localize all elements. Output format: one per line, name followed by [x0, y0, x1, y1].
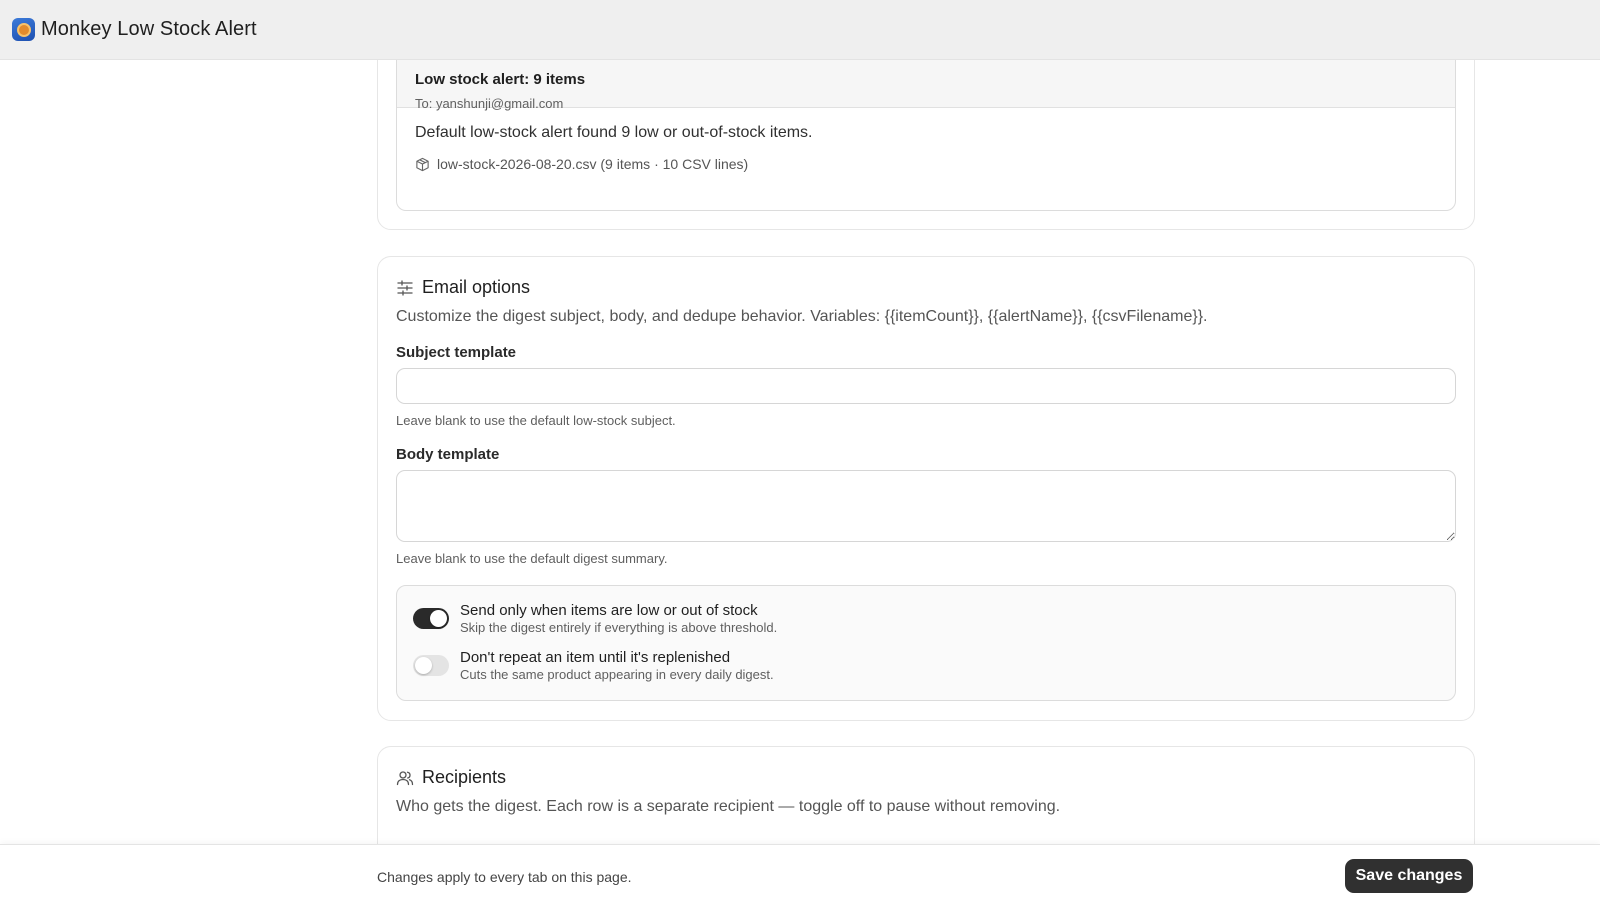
email-options-header: Email options — [396, 277, 1456, 298]
subject-template-help: Leave blank to use the default low-stock… — [396, 413, 676, 428]
body-template-label: Body template — [396, 446, 500, 463]
email-preview: Low stock alert: 9 items To: yanshunji@g… — [396, 60, 1456, 211]
dont-repeat-item-toggle[interactable] — [413, 654, 449, 676]
toggle-row-send-only-low: Send only when items are low or out of s… — [413, 600, 1439, 636]
email-preview-header: Low stock alert: 9 items To: yanshunji@g… — [397, 60, 1455, 111]
main-content[interactable]: Low stock alert: 9 items To: yanshunji@g… — [0, 60, 1600, 844]
toggle-title: Don't repeat an item until it's replenis… — [460, 648, 731, 666]
subject-template-input[interactable] — [396, 368, 1456, 404]
email-preview-body-text: Default low-stock alert found 9 low or o… — [415, 124, 813, 141]
toggle-subtitle: Skip the digest entirely if everything i… — [460, 619, 778, 635]
recipients-description: Who gets the digest. Each row is a separ… — [396, 798, 1061, 815]
email-preview-subject: Low stock alert: 9 items — [415, 71, 586, 88]
toggle-text: Send only when items are low or out of s… — [460, 602, 777, 635]
package-icon — [416, 157, 429, 171]
users-icon — [396, 770, 414, 785]
email-preview-body: Default low-stock alert found 9 low or o… — [397, 108, 1455, 188]
monkey-app-icon — [12, 18, 35, 41]
toggle-knob — [415, 656, 432, 674]
toggle-row-dont-repeat: Don't repeat an item until it's replenis… — [413, 647, 1439, 683]
sliders-icon — [397, 279, 413, 296]
toggle-subtitle: Cuts the same product appearing in every… — [460, 666, 774, 682]
recipients-title: Recipients — [422, 767, 507, 787]
save-bar-note: Changes apply to every tab on this page. — [377, 869, 632, 885]
email-options-card: Email options Customize the digest subje… — [377, 256, 1475, 721]
save-changes-button[interactable]: Save changes — [1345, 859, 1473, 893]
subject-template-label: Subject template — [396, 344, 517, 361]
attachment-label: low-stock-2026-08-20.csv (9 items · 10 C… — [437, 156, 749, 172]
recipients-card: Recipients Who gets the digest. Each row… — [377, 746, 1475, 844]
body-template-help: Leave blank to use the default digest su… — [396, 551, 668, 566]
app-title: Monkey Low Stock Alert — [41, 18, 257, 40]
toggle-knob — [430, 609, 447, 627]
save-bar: Changes apply to every tab on this page.… — [0, 844, 1600, 900]
toggle-text: Don't repeat an item until it's replenis… — [460, 649, 774, 682]
recipients-header: Recipients — [396, 767, 1456, 788]
email-preview-attachment: low-stock-2026-08-20.csv (9 items · 10 C… — [415, 156, 1437, 172]
body-template-input[interactable] — [396, 470, 1456, 542]
app-header: Monkey Low Stock Alert — [0, 0, 1600, 60]
email-options-title: Email options — [422, 277, 531, 297]
send-only-low-toggle[interactable] — [413, 607, 449, 629]
toggle-title: Send only when items are low or out of s… — [460, 601, 758, 619]
email-options-description: Customize the digest subject, body, and … — [396, 308, 1208, 325]
preview-card: Low stock alert: 9 items To: yanshunji@g… — [377, 60, 1475, 230]
dedupe-toggles: Send only when items are low or out of s… — [396, 585, 1456, 701]
